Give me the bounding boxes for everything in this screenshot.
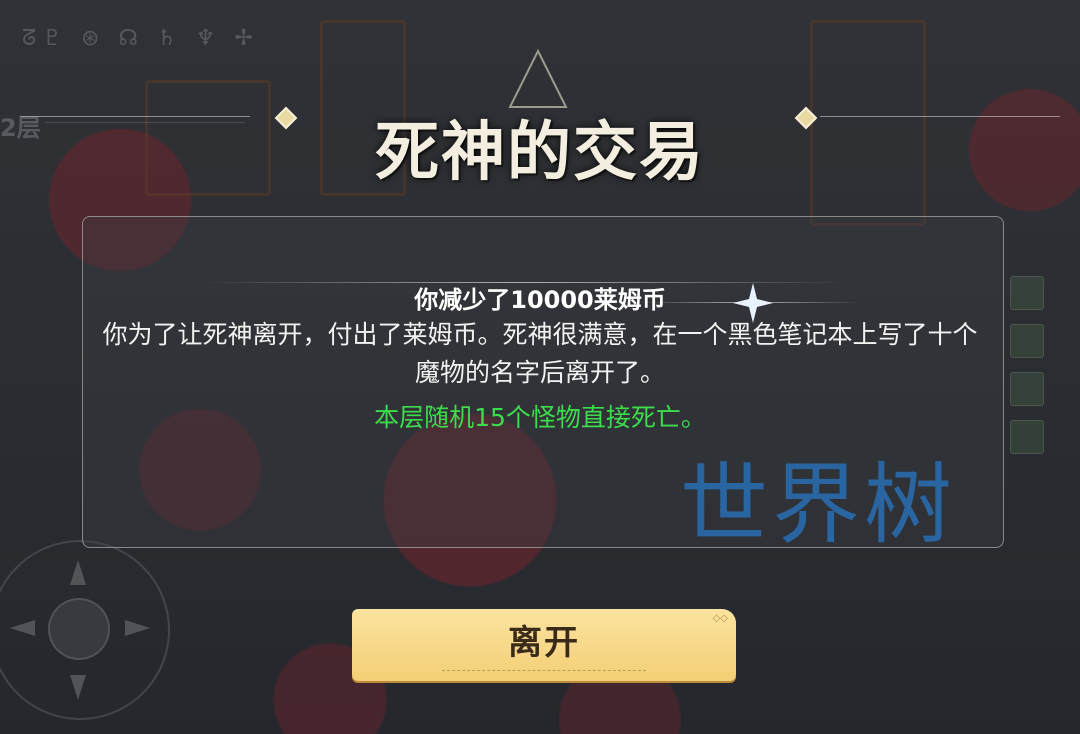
button-dash-line — [442, 670, 646, 671]
event-description: 你为了让死神离开，付出了莱姆币。死神很满意，在一个黑色笔记本上写了十个魔物的名字… — [102, 320, 978, 387]
result-headline: 你减少了10000莱姆币 — [414, 286, 666, 314]
watermark: 世界树 — [680, 453, 957, 556]
dialog-title: 死神的交易 — [375, 115, 705, 190]
dialog-title-banner: 死神的交易 — [240, 45, 840, 189]
button-corner-ornament: ◇◇ — [712, 613, 728, 624]
leave-button[interactable]: ◇◇ 离开 — [352, 609, 736, 681]
event-effect: 本层随机15个怪物直接死亡。 — [374, 403, 706, 432]
leave-button-label: 离开 — [508, 623, 580, 663]
title-rule-right — [820, 116, 1060, 117]
triangle-ornament-icon — [508, 49, 568, 108]
title-rule-left — [20, 116, 250, 117]
